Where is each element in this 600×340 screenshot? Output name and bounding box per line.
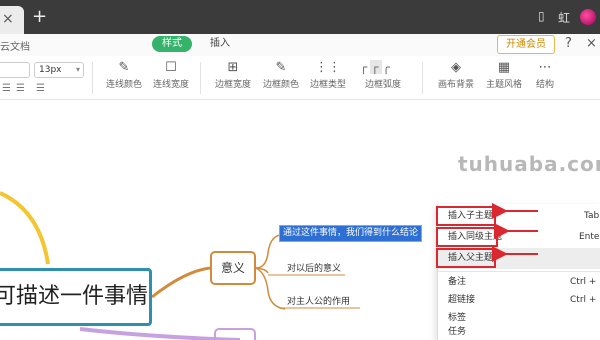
menu-item-task[interactable]: 任务	[438, 324, 600, 340]
style-toolbar: 13px ▾ ☰ ☰ ☰ ✎ 连线颜色 ☐ 连线宽度 ⊞ 边框宽度 ✎ 边框颜色…	[0, 56, 600, 100]
document-header: 云文档 样式 插入 开通会员 ? ×	[0, 34, 600, 56]
highlight-box-child	[436, 206, 496, 226]
menu-item-label: 任务	[448, 327, 467, 337]
structure-icon: ⋯	[538, 60, 552, 75]
border-radius-label: 边框弧度	[364, 80, 401, 90]
main-branch-line	[151, 266, 211, 299]
border-color-icon: ✎	[275, 60, 287, 75]
highlight-box-parent	[436, 248, 496, 268]
selected-subtopic[interactable]: 通过这件事情，我们得到什么结论	[278, 225, 423, 242]
browser-tab-strip: × + ▯ 虹	[0, 0, 600, 34]
align-right-icon[interactable]: ☰	[36, 83, 45, 94]
canvas-background-tool[interactable]: ◈ 画布背景	[436, 59, 476, 99]
line-color-tool[interactable]: ✎ 连线颜色	[104, 59, 144, 99]
border-type-tool[interactable]: ⋮⋮ 边框类型	[308, 59, 348, 99]
font-size-value: 13px	[39, 65, 62, 75]
toolbar-divider	[92, 62, 93, 94]
context-menu: 插入子主题 Tab 插入同级主题 Enter 插入父主题 备注 Ctrl + R…	[436, 204, 600, 340]
window-mode-icon[interactable]: ▯	[538, 9, 545, 23]
align-center-icon[interactable]: ☰	[16, 83, 25, 94]
open-vip-button[interactable]: 开通会员	[497, 35, 555, 54]
browser-tab[interactable]: ×	[0, 6, 24, 34]
border-width-icon: ⊞	[227, 60, 239, 75]
border-color-label: 边框颜色	[262, 80, 299, 90]
document-title: 云文档	[0, 42, 30, 53]
line-width-icon: ☐	[165, 60, 177, 75]
pen-line-icon: ✎	[118, 60, 130, 75]
theme-style-label: 主题风格	[485, 80, 522, 90]
line-color-label: 连线颜色	[105, 80, 142, 90]
tab-close-icon[interactable]: ×	[2, 11, 14, 27]
structure-label: 结构	[535, 80, 554, 90]
line-width-tool[interactable]: ☐ 连线宽度	[151, 59, 191, 99]
subtopic[interactable]: 对主人公的作用	[287, 294, 350, 307]
border-radius-tool[interactable]: ┌ 边框弧度	[362, 59, 404, 99]
watermark: tuhuaba.com	[458, 152, 600, 176]
line-width-label: 连线宽度	[152, 80, 189, 90]
subtopic[interactable]: 对以后的意义	[287, 261, 341, 274]
toolbar-divider	[200, 62, 201, 94]
structure-tool[interactable]: ⋯ 结构	[532, 59, 558, 99]
theme-style-tool[interactable]: ▦ 主题风格	[484, 59, 524, 99]
tab-insert[interactable]: 插入	[200, 36, 240, 52]
central-topic[interactable]: 可描述一件事情	[0, 268, 152, 326]
avatar[interactable]	[580, 9, 596, 25]
tab-style[interactable]: 样式	[152, 36, 192, 52]
border-type-icon: ⋮⋮	[315, 60, 341, 75]
border-width-label: 边框宽度	[214, 80, 251, 90]
help-icon[interactable]: ?	[565, 36, 572, 51]
font-family-select[interactable]	[0, 62, 30, 78]
account-label[interactable]: 虹	[558, 9, 570, 26]
align-left-icon[interactable]: ☰	[2, 83, 11, 94]
border-width-tool[interactable]: ⊞ 边框宽度	[213, 59, 253, 99]
toolbar-divider	[422, 62, 423, 94]
canvas-background-icon: ◈	[451, 60, 461, 75]
highlight-box-sibling	[436, 227, 498, 247]
canvas-background-label: 画布背景	[437, 80, 474, 90]
menu-shortcut: Enter	[579, 232, 600, 242]
new-tab-icon[interactable]: +	[32, 6, 47, 27]
yellow-branch-line	[0, 191, 50, 265]
menu-shortcut: Tab	[584, 211, 600, 221]
child-line-3	[255, 267, 286, 310]
chevron-down-icon: ▾	[75, 65, 80, 74]
border-color-tool[interactable]: ✎ 边框颜色	[261, 59, 301, 99]
mindmap-canvas[interactable]: tuhuaba.com 可描述一件事情 意义 通过这件事情，我们得到什么结论 对…	[0, 101, 600, 340]
child-line-1	[255, 234, 281, 269]
close-icon[interactable]: ×	[586, 36, 597, 51]
branch-topic[interactable]: 意义	[210, 251, 256, 285]
font-size-select[interactable]: 13px ▾	[34, 62, 84, 78]
theme-style-icon: ▦	[497, 60, 511, 75]
border-type-label: 边框类型	[309, 80, 346, 90]
